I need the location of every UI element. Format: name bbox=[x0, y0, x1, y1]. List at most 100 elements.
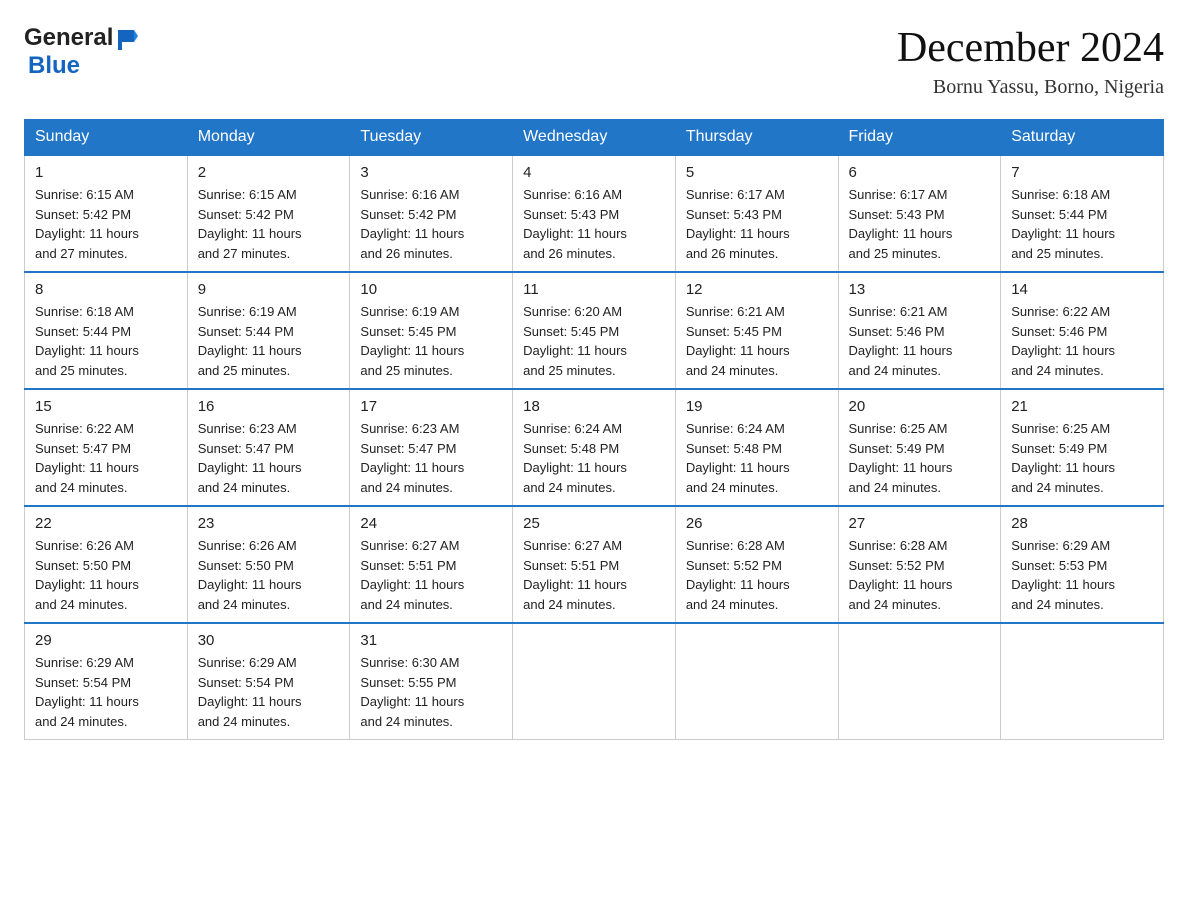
day-number: 27 bbox=[849, 515, 991, 532]
weekday-header-thursday: Thursday bbox=[675, 120, 838, 156]
day-number: 30 bbox=[198, 632, 340, 649]
logo-flag-icon bbox=[116, 28, 138, 50]
calendar-week-row: 22 Sunrise: 6:26 AMSunset: 5:50 PMDaylig… bbox=[25, 506, 1164, 623]
day-number: 29 bbox=[35, 632, 177, 649]
calendar-cell: 3 Sunrise: 6:16 AMSunset: 5:42 PMDayligh… bbox=[350, 155, 513, 272]
day-number: 2 bbox=[198, 164, 340, 181]
day-number: 5 bbox=[686, 164, 828, 181]
weekday-header-wednesday: Wednesday bbox=[513, 120, 676, 156]
day-info: Sunrise: 6:19 AMSunset: 5:44 PMDaylight:… bbox=[198, 302, 340, 380]
calendar-cell: 24 Sunrise: 6:27 AMSunset: 5:51 PMDaylig… bbox=[350, 506, 513, 623]
calendar-cell bbox=[513, 623, 676, 740]
day-info: Sunrise: 6:20 AMSunset: 5:45 PMDaylight:… bbox=[523, 302, 665, 380]
day-info: Sunrise: 6:17 AMSunset: 5:43 PMDaylight:… bbox=[849, 185, 991, 263]
day-info: Sunrise: 6:25 AMSunset: 5:49 PMDaylight:… bbox=[1011, 419, 1153, 497]
day-info: Sunrise: 6:30 AMSunset: 5:55 PMDaylight:… bbox=[360, 653, 502, 731]
calendar-cell: 13 Sunrise: 6:21 AMSunset: 5:46 PMDaylig… bbox=[838, 272, 1001, 389]
logo: General Blue bbox=[24, 24, 138, 80]
day-number: 12 bbox=[686, 281, 828, 298]
day-info: Sunrise: 6:24 AMSunset: 5:48 PMDaylight:… bbox=[523, 419, 665, 497]
calendar-header-row: SundayMondayTuesdayWednesdayThursdayFrid… bbox=[25, 120, 1164, 156]
day-number: 20 bbox=[849, 398, 991, 415]
day-info: Sunrise: 6:23 AMSunset: 5:47 PMDaylight:… bbox=[360, 419, 502, 497]
day-number: 26 bbox=[686, 515, 828, 532]
day-number: 3 bbox=[360, 164, 502, 181]
day-number: 11 bbox=[523, 281, 665, 298]
day-info: Sunrise: 6:27 AMSunset: 5:51 PMDaylight:… bbox=[523, 536, 665, 614]
calendar-cell: 1 Sunrise: 6:15 AMSunset: 5:42 PMDayligh… bbox=[25, 155, 188, 272]
day-info: Sunrise: 6:18 AMSunset: 5:44 PMDaylight:… bbox=[35, 302, 177, 380]
day-number: 28 bbox=[1011, 515, 1153, 532]
day-number: 7 bbox=[1011, 164, 1153, 181]
day-number: 31 bbox=[360, 632, 502, 649]
calendar-cell: 2 Sunrise: 6:15 AMSunset: 5:42 PMDayligh… bbox=[187, 155, 350, 272]
calendar-cell: 11 Sunrise: 6:20 AMSunset: 5:45 PMDaylig… bbox=[513, 272, 676, 389]
calendar-cell: 22 Sunrise: 6:26 AMSunset: 5:50 PMDaylig… bbox=[25, 506, 188, 623]
calendar-cell: 8 Sunrise: 6:18 AMSunset: 5:44 PMDayligh… bbox=[25, 272, 188, 389]
calendar-cell: 6 Sunrise: 6:17 AMSunset: 5:43 PMDayligh… bbox=[838, 155, 1001, 272]
calendar-cell bbox=[675, 623, 838, 740]
day-info: Sunrise: 6:28 AMSunset: 5:52 PMDaylight:… bbox=[849, 536, 991, 614]
day-number: 1 bbox=[35, 164, 177, 181]
logo-blue-text: Blue bbox=[28, 52, 80, 80]
calendar-cell: 27 Sunrise: 6:28 AMSunset: 5:52 PMDaylig… bbox=[838, 506, 1001, 623]
day-number: 23 bbox=[198, 515, 340, 532]
day-info: Sunrise: 6:21 AMSunset: 5:46 PMDaylight:… bbox=[849, 302, 991, 380]
weekday-header-sunday: Sunday bbox=[25, 120, 188, 156]
calendar-cell bbox=[838, 623, 1001, 740]
calendar-cell: 31 Sunrise: 6:30 AMSunset: 5:55 PMDaylig… bbox=[350, 623, 513, 740]
day-number: 17 bbox=[360, 398, 502, 415]
day-info: Sunrise: 6:28 AMSunset: 5:52 PMDaylight:… bbox=[686, 536, 828, 614]
day-number: 8 bbox=[35, 281, 177, 298]
day-number: 6 bbox=[849, 164, 991, 181]
day-info: Sunrise: 6:23 AMSunset: 5:47 PMDaylight:… bbox=[198, 419, 340, 497]
calendar-cell: 30 Sunrise: 6:29 AMSunset: 5:54 PMDaylig… bbox=[187, 623, 350, 740]
weekday-header-monday: Monday bbox=[187, 120, 350, 156]
weekday-header-tuesday: Tuesday bbox=[350, 120, 513, 156]
day-info: Sunrise: 6:25 AMSunset: 5:49 PMDaylight:… bbox=[849, 419, 991, 497]
calendar-cell bbox=[1001, 623, 1164, 740]
weekday-header-friday: Friday bbox=[838, 120, 1001, 156]
location-subtitle: Bornu Yassu, Borno, Nigeria bbox=[897, 76, 1164, 99]
calendar-cell: 9 Sunrise: 6:19 AMSunset: 5:44 PMDayligh… bbox=[187, 272, 350, 389]
calendar-cell: 26 Sunrise: 6:28 AMSunset: 5:52 PMDaylig… bbox=[675, 506, 838, 623]
day-number: 19 bbox=[686, 398, 828, 415]
calendar-cell: 4 Sunrise: 6:16 AMSunset: 5:43 PMDayligh… bbox=[513, 155, 676, 272]
day-info: Sunrise: 6:29 AMSunset: 5:53 PMDaylight:… bbox=[1011, 536, 1153, 614]
day-number: 25 bbox=[523, 515, 665, 532]
calendar-week-row: 29 Sunrise: 6:29 AMSunset: 5:54 PMDaylig… bbox=[25, 623, 1164, 740]
day-number: 22 bbox=[35, 515, 177, 532]
day-info: Sunrise: 6:15 AMSunset: 5:42 PMDaylight:… bbox=[198, 185, 340, 263]
day-info: Sunrise: 6:26 AMSunset: 5:50 PMDaylight:… bbox=[198, 536, 340, 614]
month-title: December 2024 bbox=[897, 24, 1164, 72]
weekday-header-saturday: Saturday bbox=[1001, 120, 1164, 156]
calendar-cell: 17 Sunrise: 6:23 AMSunset: 5:47 PMDaylig… bbox=[350, 389, 513, 506]
day-number: 9 bbox=[198, 281, 340, 298]
calendar-cell: 12 Sunrise: 6:21 AMSunset: 5:45 PMDaylig… bbox=[675, 272, 838, 389]
day-info: Sunrise: 6:19 AMSunset: 5:45 PMDaylight:… bbox=[360, 302, 502, 380]
day-info: Sunrise: 6:26 AMSunset: 5:50 PMDaylight:… bbox=[35, 536, 177, 614]
day-number: 10 bbox=[360, 281, 502, 298]
calendar-cell: 15 Sunrise: 6:22 AMSunset: 5:47 PMDaylig… bbox=[25, 389, 188, 506]
day-info: Sunrise: 6:18 AMSunset: 5:44 PMDaylight:… bbox=[1011, 185, 1153, 263]
day-info: Sunrise: 6:16 AMSunset: 5:42 PMDaylight:… bbox=[360, 185, 502, 263]
page-header: General Blue December 2024 Bornu Yassu, … bbox=[24, 24, 1164, 99]
day-number: 15 bbox=[35, 398, 177, 415]
day-info: Sunrise: 6:29 AMSunset: 5:54 PMDaylight:… bbox=[198, 653, 340, 731]
day-number: 24 bbox=[360, 515, 502, 532]
logo-general-text: General bbox=[24, 24, 113, 52]
calendar-cell: 23 Sunrise: 6:26 AMSunset: 5:50 PMDaylig… bbox=[187, 506, 350, 623]
calendar-cell: 5 Sunrise: 6:17 AMSunset: 5:43 PMDayligh… bbox=[675, 155, 838, 272]
calendar-week-row: 1 Sunrise: 6:15 AMSunset: 5:42 PMDayligh… bbox=[25, 155, 1164, 272]
calendar-cell: 16 Sunrise: 6:23 AMSunset: 5:47 PMDaylig… bbox=[187, 389, 350, 506]
calendar-cell: 7 Sunrise: 6:18 AMSunset: 5:44 PMDayligh… bbox=[1001, 155, 1164, 272]
calendar-cell: 29 Sunrise: 6:29 AMSunset: 5:54 PMDaylig… bbox=[25, 623, 188, 740]
calendar-cell: 28 Sunrise: 6:29 AMSunset: 5:53 PMDaylig… bbox=[1001, 506, 1164, 623]
calendar-cell: 20 Sunrise: 6:25 AMSunset: 5:49 PMDaylig… bbox=[838, 389, 1001, 506]
day-number: 14 bbox=[1011, 281, 1153, 298]
day-number: 13 bbox=[849, 281, 991, 298]
calendar-cell: 19 Sunrise: 6:24 AMSunset: 5:48 PMDaylig… bbox=[675, 389, 838, 506]
day-info: Sunrise: 6:22 AMSunset: 5:47 PMDaylight:… bbox=[35, 419, 177, 497]
day-info: Sunrise: 6:27 AMSunset: 5:51 PMDaylight:… bbox=[360, 536, 502, 614]
day-number: 21 bbox=[1011, 398, 1153, 415]
